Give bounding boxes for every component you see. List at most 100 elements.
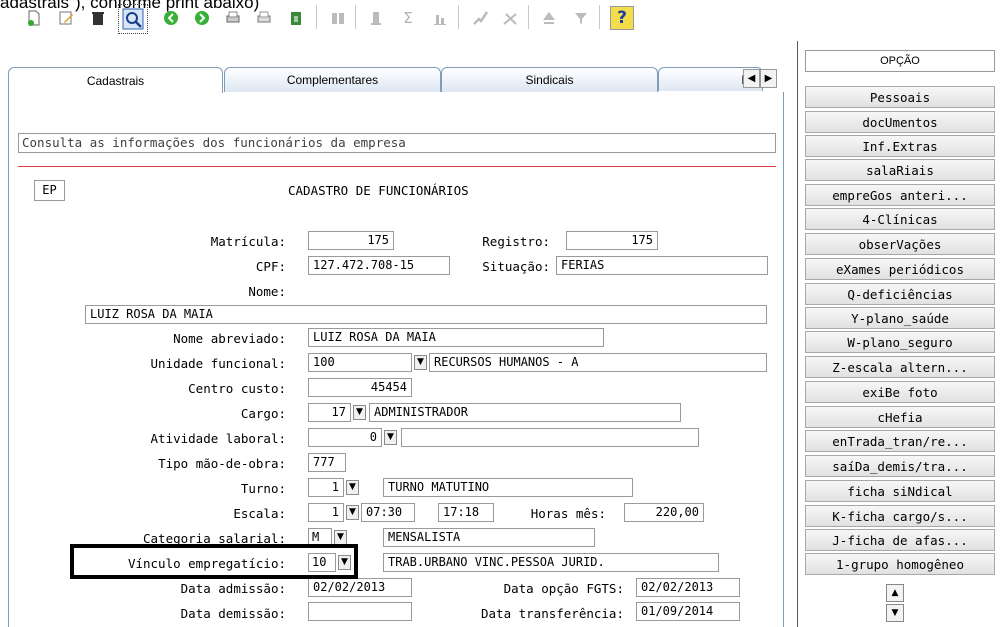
sidebar-item-observacoes[interactable]: obserVações	[805, 233, 995, 255]
cargo-code-field[interactable]: 17	[308, 403, 351, 422]
data-demissao-label: Data demissão:	[180, 606, 286, 621]
sidebar-item-ficha-afastamento[interactable]: J-ficha de afas...	[805, 529, 995, 551]
info-field: Consulta as informações dos funcionários…	[18, 133, 776, 153]
sidebar-item-entrada[interactable]: enTrada_tran/re...	[805, 430, 995, 452]
nome-abreviado-field[interactable]: LUIZ ROSA DA MAIA	[308, 328, 604, 347]
check-icon	[470, 8, 490, 28]
matricula-label: Matrícula:	[210, 234, 286, 249]
centro-custo-label: Centro custo:	[188, 381, 286, 396]
toolbar-separator	[599, 5, 600, 29]
cargo-dropdown-icon[interactable]: ▼	[353, 405, 366, 420]
print-preview-icon[interactable]	[254, 8, 274, 28]
sidebar-item-deficiencias[interactable]: Q-deficiências	[805, 283, 995, 305]
data-transferencia-label: Data transferência:	[481, 606, 624, 621]
sidebar-item-pessoais[interactable]: Pessoais	[805, 86, 995, 108]
atividade-desc-field	[401, 428, 699, 447]
print-icon[interactable]	[223, 8, 243, 28]
atividade-code-field[interactable]: 0	[308, 428, 382, 447]
pause-icon	[366, 8, 386, 28]
highlight-box	[70, 544, 358, 579]
forward-icon[interactable]	[192, 8, 212, 28]
help-icon[interactable]: ?	[610, 6, 634, 30]
sidebar-item-ficha-sindical[interactable]: ficha siNdical	[805, 480, 995, 502]
tab-scroll-left-icon[interactable]: ◀	[743, 69, 760, 88]
sidebar-item-plano-seguro[interactable]: W-plano_seguro	[805, 331, 995, 353]
sidebar-item-grupo-homogeneo[interactable]: 1-grupo homogêneo	[805, 553, 995, 575]
escala-code-field[interactable]: 1	[308, 503, 344, 522]
sidebar-header: OPÇÃO	[805, 50, 995, 72]
centro-custo-field[interactable]: 45454	[308, 378, 412, 397]
nome-abreviado-label: Nome abreviado:	[173, 331, 286, 346]
edit-icon[interactable]	[56, 8, 76, 28]
unidade-code-field[interactable]: 100	[308, 353, 412, 372]
data-opcao-fgts-field[interactable]: 02/02/2013	[636, 578, 740, 597]
unidade-funcional-label: Unidade funcional:	[150, 356, 286, 371]
data-opcao-fgts-label: Data opção FGTS:	[503, 581, 624, 596]
atividade-dropdown-icon[interactable]: ▼	[384, 430, 397, 445]
turno-desc-field: TURNO MATUTINO	[383, 478, 633, 497]
turno-code-field[interactable]: 1	[308, 478, 344, 497]
categoria-desc-field: MENSALISTA	[383, 528, 595, 547]
up-icon	[539, 8, 559, 28]
tab-cadastrais[interactable]: Cadastrais	[8, 67, 223, 93]
sidebar-item-saida[interactable]: saíDa_demis/tra...	[805, 455, 995, 477]
sidebar-item-exibe-foto[interactable]: exiBe foto	[805, 381, 995, 403]
matricula-field[interactable]: 175	[308, 231, 394, 250]
sidebar-item-salariais[interactable]: salaRiais	[805, 159, 995, 181]
form-title: CADASTRO DE FUNCIONÁRIOS	[288, 183, 469, 198]
escala-inicio-field: 07:30	[361, 503, 415, 522]
back-icon[interactable]	[161, 8, 181, 28]
tab-scroll-right-icon[interactable]: ▶	[760, 69, 777, 88]
sidebar-item-documentos[interactable]: docUmentos	[805, 111, 995, 133]
sidebar-item-plano-saude[interactable]: Y-plano_saúde	[805, 307, 995, 329]
exit-icon[interactable]	[286, 8, 306, 28]
data-demissao-field[interactable]	[308, 602, 412, 621]
situacao-label: Situação:	[482, 259, 550, 274]
registro-field[interactable]: 175	[566, 231, 658, 250]
sidebar-scroll-down-icon[interactable]: ▼	[886, 604, 904, 622]
ep-badge: EP	[34, 180, 65, 201]
tipo-mao-de-obra-label: Tipo mão-de-obra:	[158, 456, 286, 471]
toolbar: Σ ?	[0, 0, 790, 34]
sidebar-item-ficha-cargo[interactable]: K-ficha cargo/s...	[805, 505, 995, 527]
data-transferencia-field[interactable]: 01/09/2014	[636, 602, 740, 621]
sidebar-item-exames[interactable]: eXames periódicos	[805, 258, 995, 280]
toolbar-separator	[355, 5, 356, 29]
escala-label: Escala:	[233, 506, 286, 521]
nome-field[interactable]: LUIZ ROSA DA MAIA	[85, 305, 767, 324]
tab-complementares[interactable]: Complementares	[224, 67, 441, 92]
tab-bar: Cadastrais Complementares Sindicais Ba ◀…	[8, 67, 778, 93]
tab-sindicais[interactable]: Sindicais	[441, 67, 658, 92]
horas-mes-field: 220,00	[624, 503, 704, 522]
data-admissao-field[interactable]: 02/02/2013	[308, 578, 412, 597]
toolbar-separator	[316, 5, 317, 29]
sidebar-scroll-up-icon[interactable]: ▲	[886, 584, 904, 602]
separator-line	[18, 166, 776, 167]
sidebar-item-chefia[interactable]: cHefia	[805, 406, 995, 428]
tipo-mao-de-obra-field[interactable]: 777	[308, 453, 346, 472]
sidebar-item-escala-alternativa[interactable]: Z-escala altern...	[805, 356, 995, 378]
turno-dropdown-icon[interactable]: ▼	[346, 480, 359, 495]
panel-divider	[797, 41, 798, 627]
sidebar-item-inf-extras[interactable]: Inf.Extras	[805, 135, 995, 157]
sidebar-item-empregos-anteriores[interactable]: empreGos anteri...	[805, 184, 995, 206]
vinculo-desc-field: TRAB.URBANO VINC.PESSOA JURID.	[383, 553, 719, 572]
categoria-dropdown-icon[interactable]: ▼	[334, 530, 347, 545]
situacao-field[interactable]: FERIAS	[556, 256, 768, 275]
unidade-dropdown-icon[interactable]: ▼	[414, 355, 427, 370]
report-icon	[328, 8, 348, 28]
escala-dropdown-icon[interactable]: ▼	[346, 505, 359, 520]
nome-label: Nome:	[248, 284, 286, 299]
delete-icon[interactable]	[88, 8, 108, 28]
chart-icon	[430, 8, 450, 28]
sidebar-item-clinicas[interactable]: 4-Clínicas	[805, 208, 995, 230]
cpf-field[interactable]: 127.472.708-15	[308, 256, 450, 275]
registro-label: Registro:	[482, 234, 550, 249]
new-icon[interactable]	[24, 8, 44, 28]
toolbar-separator	[458, 5, 459, 29]
cpf-label: CPF:	[255, 259, 286, 274]
search-icon[interactable]	[118, 4, 148, 34]
horas-mes-label: Horas mês:	[530, 506, 606, 521]
toolbar-separator	[528, 5, 529, 29]
cargo-label: Cargo:	[240, 406, 286, 421]
